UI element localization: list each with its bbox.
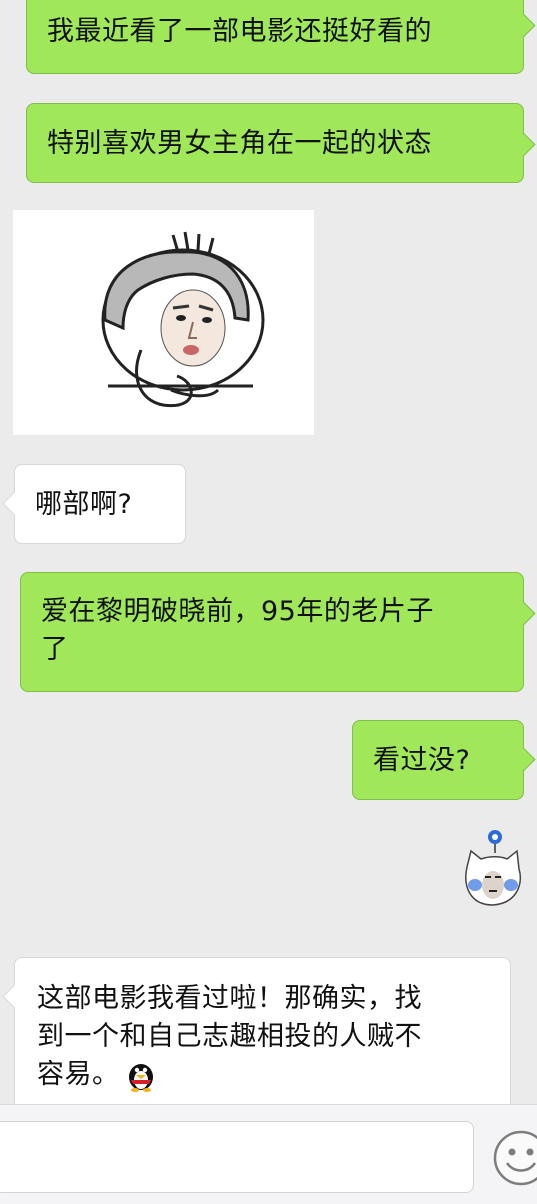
message-text-line: 容易。 bbox=[37, 1056, 510, 1094]
message-bubble-outgoing[interactable]: 爱在黎明破晓前，95年的老片子 了 bbox=[20, 572, 536, 692]
thinking-kid-sticker[interactable] bbox=[13, 210, 314, 435]
smiley-face-icon[interactable] bbox=[492, 1129, 537, 1187]
message-text-line: 这部电影我看过啦！那确实，找 bbox=[37, 983, 422, 1014]
message-text-line: 到一个和自己志趣相投的人贼不 bbox=[37, 1021, 422, 1052]
chat-window: 我最近看了一部电影还挺好看的 特别喜欢男女主角在一起的状态 哪部啊? 爱在黎明破… bbox=[0, 0, 537, 1204]
message-text-line: 了 bbox=[41, 634, 69, 665]
message-bubble-outgoing[interactable]: 我最近看了一部电影还挺好看的 bbox=[26, 0, 536, 74]
cat-face-drawing bbox=[465, 830, 522, 906]
message-bubble-outgoing[interactable]: 特别喜欢男女主角在一起的状态 bbox=[26, 103, 536, 183]
message-bubble-incoming[interactable]: 这部电影我看过啦！那确实，找 到一个和自己志趣相投的人贼不 容易。 bbox=[2, 957, 511, 1117]
message-text: 容易。 bbox=[37, 1059, 120, 1090]
message-input[interactable] bbox=[0, 1121, 474, 1193]
message-text: 看过没? bbox=[373, 745, 471, 776]
message-text: 特别喜欢男女主角在一起的状态 bbox=[47, 128, 432, 159]
cat-face-flower-sticker[interactable] bbox=[461, 827, 524, 909]
message-text: 我最近看了一部电影还挺好看的 bbox=[47, 16, 432, 47]
penguin-emoji-icon bbox=[128, 1064, 153, 1092]
message-input-bar bbox=[0, 1104, 537, 1204]
message-text-line: 爱在黎明破晓前，95年的老片子 bbox=[41, 596, 434, 627]
thinking-kid-drawing bbox=[101, 231, 265, 408]
message-bubble-outgoing[interactable]: 看过没? bbox=[352, 720, 536, 800]
message-text: 哪部啊? bbox=[35, 489, 133, 520]
message-bubble-incoming[interactable]: 哪部啊? bbox=[2, 464, 186, 544]
